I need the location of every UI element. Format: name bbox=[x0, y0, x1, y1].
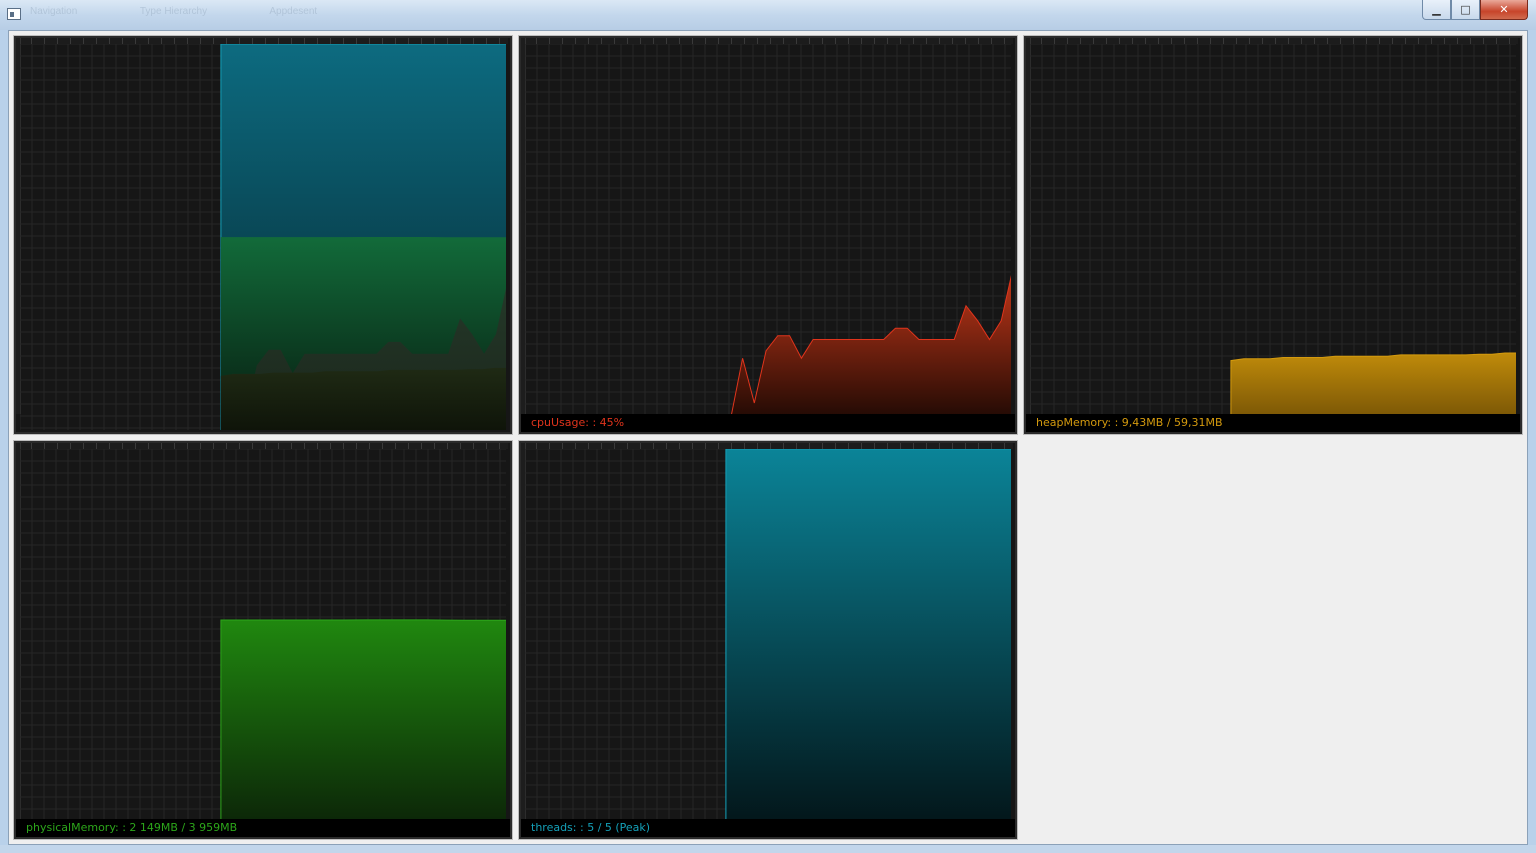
minimize-icon: ▁ bbox=[1432, 3, 1441, 16]
close-button[interactable]: ✕ bbox=[1480, 0, 1528, 20]
threads-chart-plot bbox=[525, 449, 1011, 819]
maximize-button[interactable]: □ bbox=[1451, 0, 1480, 20]
heap-chart-plot bbox=[1030, 44, 1516, 414]
cpu-chart-panel: cpuUsage: : 45% bbox=[518, 35, 1018, 435]
window-bottom-edge bbox=[0, 845, 1536, 853]
physical-memory-label: physicalMemory: : 2 149MB / 3 959MB bbox=[16, 819, 510, 837]
faded-item-navigation: Navigation bbox=[30, 6, 78, 17]
physical-memory-chart-svg bbox=[20, 449, 506, 819]
combined-chart-plot bbox=[20, 44, 506, 430]
cpu-usage-label: cpuUsage: : 45% bbox=[521, 414, 1015, 432]
physical-memory-chart-plot bbox=[20, 449, 506, 819]
cpu-chart-svg bbox=[525, 44, 1011, 414]
physical-memory-series bbox=[220, 619, 506, 819]
combined-heap-memory-series bbox=[220, 367, 506, 430]
cpu-chart-plot bbox=[525, 44, 1011, 414]
window-controls: ▁ □ ✕ bbox=[1422, 0, 1528, 20]
heap-chart-svg bbox=[1030, 44, 1516, 414]
threads-series bbox=[725, 449, 1011, 819]
window-menu-icon[interactable] bbox=[7, 8, 21, 20]
minimize-button[interactable]: ▁ bbox=[1422, 0, 1451, 20]
threads-chart-panel: threads: : 5 / 5 (Peak) bbox=[518, 440, 1018, 840]
heap-memory-label: heapMemory: : 9,43MB / 59,31MB bbox=[1026, 414, 1520, 432]
close-icon: ✕ bbox=[1499, 3, 1509, 16]
threads-chart-svg bbox=[525, 449, 1011, 819]
combined-chart-panel bbox=[13, 35, 513, 435]
faded-item-type-hierarchy: Type Hierarchy bbox=[139, 6, 208, 17]
heap-chart-panel: heapMemory: : 9,43MB / 59,31MB bbox=[1023, 35, 1523, 435]
faded-item-appdesent: Appdesent bbox=[269, 6, 318, 17]
window-titlebar[interactable]: Navigation Type Hierarchy Appdesent ▁ □ … bbox=[0, 0, 1536, 30]
faded-title-items: Navigation Type Hierarchy Appdesent bbox=[30, 6, 377, 17]
physical-memory-chart-panel: physicalMemory: : 2 149MB / 3 959MB bbox=[13, 440, 513, 840]
combined-chart-svg bbox=[20, 44, 506, 430]
maximize-icon: □ bbox=[1460, 3, 1471, 16]
threads-label: threads: : 5 / 5 (Peak) bbox=[521, 819, 1015, 837]
heap-memory-series bbox=[1230, 352, 1516, 414]
